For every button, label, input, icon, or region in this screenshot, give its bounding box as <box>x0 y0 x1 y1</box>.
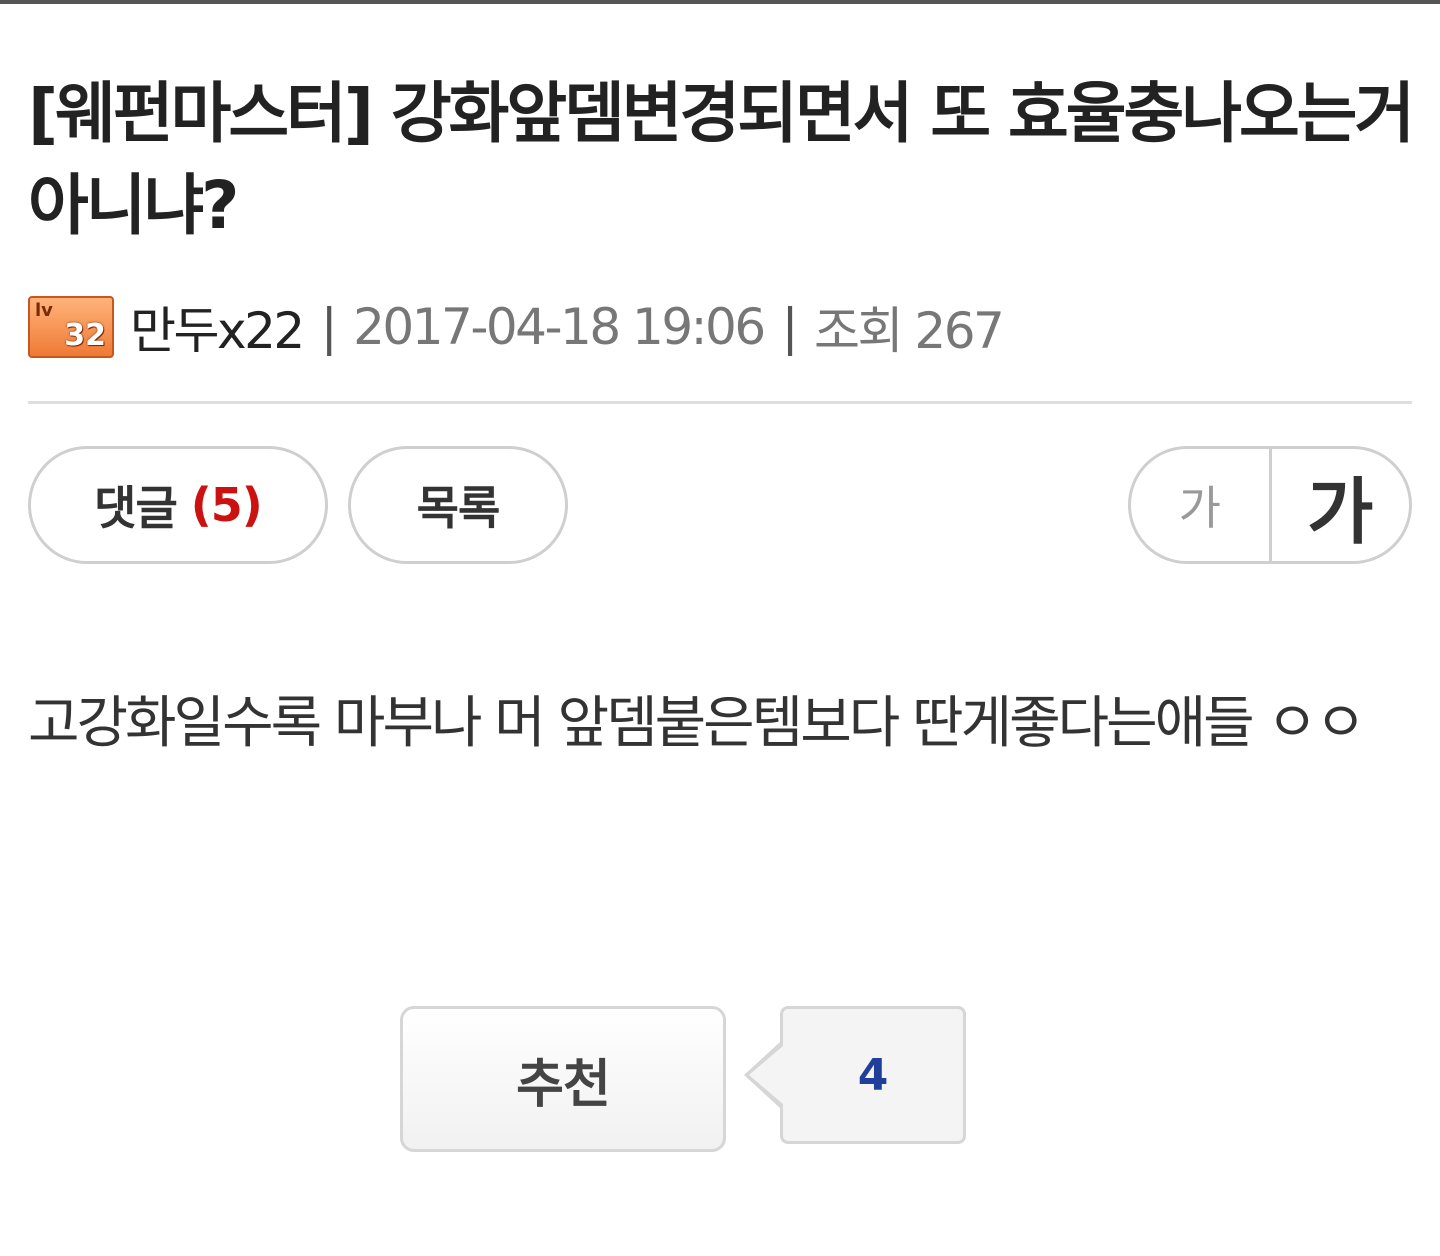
list-button[interactable]: 목록 <box>348 446 568 564</box>
meta-divider <box>28 401 1412 404</box>
list-button-label: 목록 <box>416 481 501 535</box>
recommend-count: 4 <box>857 1049 889 1101</box>
font-size-toggle: 가 가 <box>1128 446 1412 564</box>
comments-count: (5) <box>190 478 263 532</box>
font-size-small-button[interactable]: 가 <box>1131 449 1272 561</box>
post-body: 고강화일수록 마부나 머 앞뎀붙은템보다 딴게좋다는애들 ㅇㅇ <box>28 691 1367 756</box>
meta-separator: | <box>781 298 799 356</box>
recommend-count-pointer-fill <box>749 1046 783 1104</box>
recommend-button[interactable]: 추천 <box>400 1006 726 1152</box>
view-count: 조회 267 <box>814 291 1005 363</box>
post-title: [웨펀마스터] 강화앞뎀변경되면서 또 효율충나오는거아니냐? <box>28 75 1415 244</box>
post-meta: lv 32 만두x22 | 2017-04-18 19:06 | 조회 267 <box>28 291 1005 363</box>
comments-button-label: 댓글 <box>94 481 178 535</box>
font-size-large-button[interactable]: 가 <box>1272 449 1410 561</box>
level-badge-number: 32 <box>64 318 106 353</box>
view-count-label: 조회 <box>814 302 904 360</box>
post-date: 2017-04-18 19:06 <box>353 298 766 356</box>
comments-button[interactable]: 댓글 (5) <box>28 446 328 564</box>
level-badge-prefix: lv <box>35 300 53 321</box>
recommend-count-bubble: 4 <box>780 1006 966 1144</box>
meta-separator: | <box>320 298 338 356</box>
level-badge-icon: lv 32 <box>28 296 114 358</box>
view-count-value: 267 <box>914 302 1004 360</box>
recommend-button-label: 추천 <box>516 1054 611 1115</box>
author-name[interactable]: 만두x22 <box>130 291 305 363</box>
top-border <box>0 0 1440 4</box>
